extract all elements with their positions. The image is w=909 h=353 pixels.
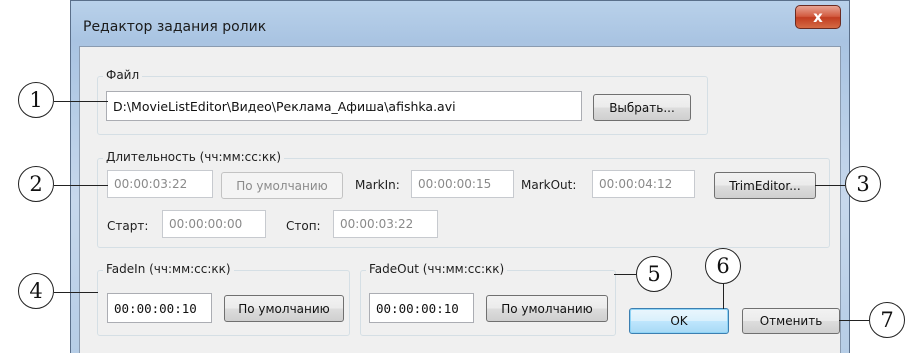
markin-label: MarkIn: <box>355 178 400 192</box>
callout-4: 4 <box>18 273 54 309</box>
file-group-label: Файл <box>103 68 143 82</box>
fadein-group-label: FadeIn (чч:мм:сс:кк) <box>103 262 234 276</box>
callout-4-leader <box>54 292 98 294</box>
window-title: Редактор задания ролик <box>83 19 267 35</box>
callout-2-leader <box>54 185 108 187</box>
callout-2: 2 <box>18 166 54 202</box>
callout-6-leader <box>723 283 725 309</box>
file-path-field[interactable]: D:\MovieListEditor\Видео\Реклама_Афиша\a… <box>106 91 582 121</box>
duration-default-button[interactable]: По умолчанию <box>221 172 343 199</box>
callout-1-leader <box>54 101 108 103</box>
callout-1: 1 <box>18 82 54 118</box>
stop-label: Стоп: <box>286 219 321 233</box>
close-icon: x <box>813 8 823 26</box>
callout-5-leader <box>614 274 636 276</box>
fadeout-default-button[interactable]: По умолчанию <box>486 295 608 322</box>
fadein-field[interactable]: 00:00:00:10 <box>107 293 212 323</box>
callout-3: 3 <box>845 166 881 202</box>
callout-6: 6 <box>705 248 741 284</box>
stop-field[interactable]: 00:00:03:22 <box>333 210 438 238</box>
markout-label: MarkOut: <box>521 178 577 192</box>
fadeout-group-label: FadeOut (чч:мм:сс:кк) <box>366 262 508 276</box>
markin-field[interactable]: 00:00:00:15 <box>411 170 514 198</box>
start-label: Старт: <box>107 219 149 233</box>
callout-3-leader <box>815 185 845 187</box>
callout-7-leader <box>839 320 869 322</box>
duration-group-label: Длительность (чч:мм:сс:кк) <box>103 150 285 164</box>
callout-5: 5 <box>636 256 672 292</box>
cancel-button[interactable]: Отменить <box>742 308 840 334</box>
close-button[interactable]: x <box>795 5 841 29</box>
ok-button[interactable]: OK <box>629 308 729 334</box>
trim-editor-button[interactable]: TrimEditor... <box>714 172 816 199</box>
browse-button[interactable]: Выбрать... <box>593 94 691 121</box>
duration-field[interactable]: 00:00:03:22 <box>107 170 213 198</box>
fadeout-field[interactable]: 00:00:00:10 <box>369 293 474 323</box>
callout-7: 7 <box>869 302 905 338</box>
fadein-default-button[interactable]: По умолчанию <box>224 295 344 322</box>
markout-field[interactable]: 00:00:04:12 <box>592 170 695 198</box>
start-field[interactable]: 00:00:00:00 <box>162 210 266 238</box>
